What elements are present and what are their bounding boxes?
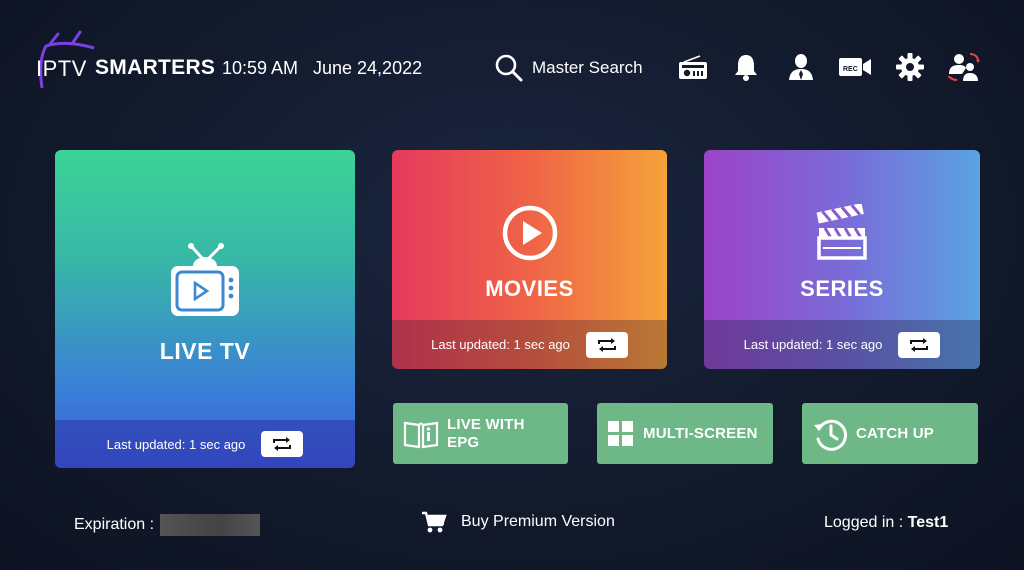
radio-button[interactable] [676, 50, 710, 84]
logged-in-username: Test1 [907, 514, 949, 531]
series-refresh-button[interactable] [898, 331, 941, 358]
grid-icon [608, 420, 633, 446]
cart-icon [422, 511, 447, 533]
live-tv-updated: Last updated: 1 sec ago [106, 436, 246, 452]
buy-premium-button[interactable]: Buy Premium Version [421, 510, 615, 534]
clapperboard-icon [816, 204, 867, 260]
series-updated: Last updated: 1 sec ago [743, 337, 883, 352]
master-search-label: Master Search [532, 58, 643, 77]
buy-premium-label: Buy Premium Version [461, 513, 615, 530]
logged-in-info: Logged in : Test1 [824, 514, 948, 532]
movies-refresh-button[interactable] [585, 331, 628, 358]
movies-footer: Last updated: 1 sec ago [392, 320, 667, 369]
live-with-epg-label: LIVE WITH EPG [447, 416, 525, 452]
refresh-icon [597, 337, 616, 352]
epg-book-icon [403, 421, 439, 448]
live-tv-title: LIVE TV [159, 338, 251, 364]
notifications-button[interactable] [729, 50, 763, 84]
bell-icon [735, 55, 757, 81]
history-icon [814, 419, 847, 451]
app-logo: IPTV SMARTERS [36, 30, 215, 92]
refresh-icon [273, 437, 292, 451]
user-icon [789, 54, 813, 80]
recordings-button[interactable]: REC [838, 50, 872, 84]
movies-updated: Last updated: 1 sec ago [431, 337, 570, 352]
logged-in-label: Logged in : [824, 514, 904, 531]
clock-date: June 24,2022 [313, 58, 423, 78]
series-footer: Last updated: 1 sec ago [704, 320, 980, 369]
radio-icon [679, 55, 707, 79]
expiration-info: Expiration : [74, 514, 261, 536]
clock-time: 10:59 AM [222, 58, 299, 78]
catch-up-label: CATCH UP [856, 424, 934, 442]
expiration-value-redacted [160, 514, 261, 536]
movies-tile[interactable]: MOVIES Last updated: 1 sec ago [392, 150, 667, 369]
logo-iptv-text: IPTV [36, 56, 87, 81]
settings-button[interactable] [893, 50, 927, 84]
series-tile[interactable]: SERIES Last updated: 1 sec ago [704, 150, 980, 369]
logo-smarters-text: SMARTERS [95, 56, 216, 79]
profile-button[interactable] [784, 50, 818, 84]
play-circle-icon [502, 205, 557, 261]
gear-icon [896, 53, 924, 81]
live-tv-refresh-button[interactable] [261, 431, 304, 457]
live-with-epg-button[interactable]: LIVE WITH EPG [393, 403, 568, 464]
multi-screen-button[interactable]: MULTI-SCREEN [597, 403, 773, 464]
live-with-epg-line2: EPG [447, 433, 480, 451]
svg-text:REC: REC [843, 66, 858, 73]
rec-camera-icon: REC [839, 58, 871, 76]
search-icon [495, 54, 523, 82]
master-search-button[interactable]: Master Search [494, 52, 643, 84]
tv-icon [171, 243, 239, 316]
expiration-label: Expiration : [74, 516, 155, 533]
switch-user-icon [948, 53, 980, 81]
refresh-icon [910, 337, 929, 352]
series-title: SERIES [800, 276, 884, 301]
switch-user-button[interactable] [947, 50, 981, 84]
live-tv-tile[interactable]: LIVE TV Last updated: 1 sec ago [55, 150, 355, 468]
live-tv-footer: Last updated: 1 sec ago [55, 420, 355, 468]
movies-title: MOVIES [485, 276, 574, 301]
catch-up-button[interactable]: CATCH UP [802, 403, 978, 464]
live-with-epg-line1: LIVE WITH [447, 415, 525, 433]
multi-screen-label: MULTI-SCREEN [643, 424, 758, 442]
